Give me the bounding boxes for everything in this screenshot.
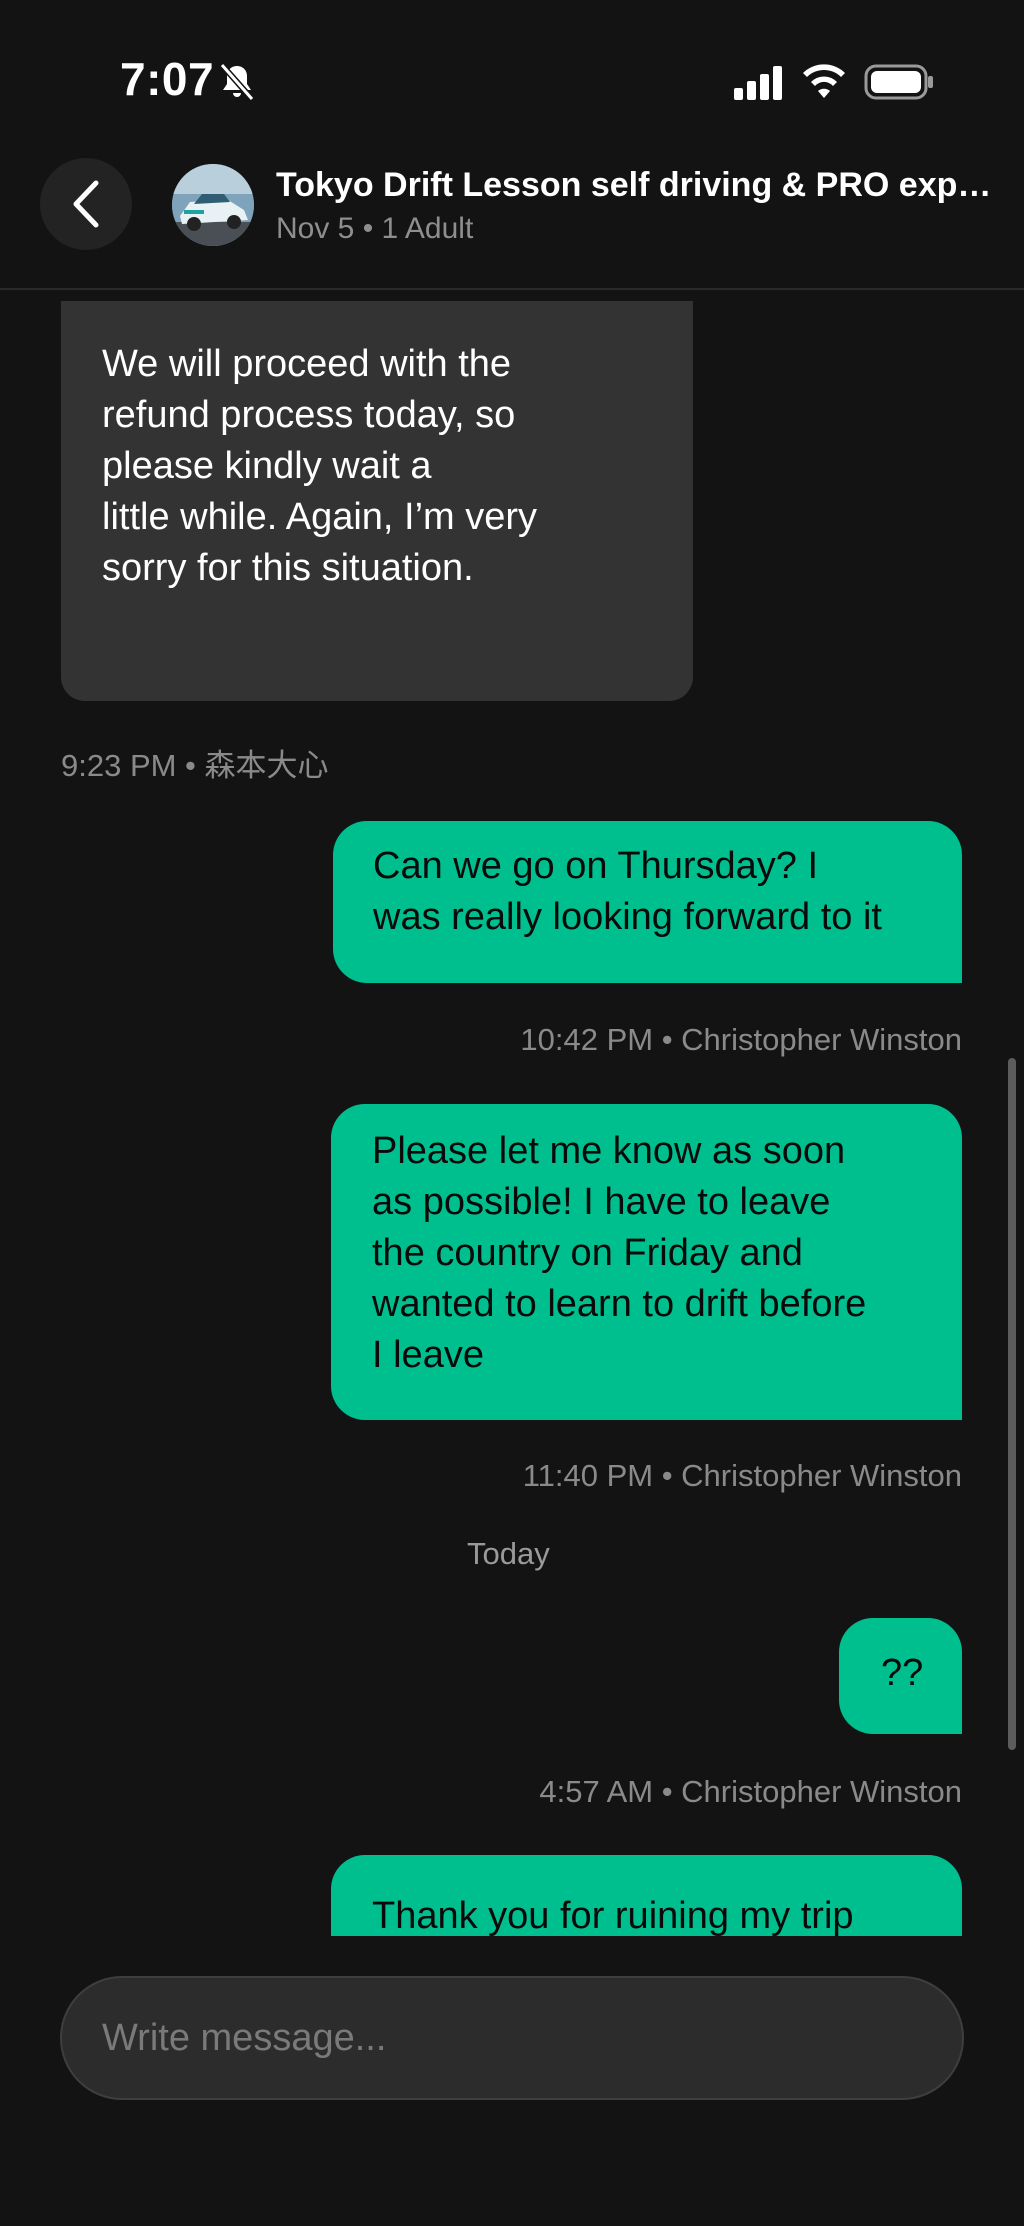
status-time: 7:07 — [120, 53, 215, 105]
bell-slash-icon — [219, 63, 255, 101]
wifi-icon — [803, 64, 845, 98]
day-separator: Today — [467, 1536, 550, 1571]
back-button[interactable] — [40, 158, 132, 250]
listing-title[interactable]: Tokyo Drift Lesson self driving & PRO ex… — [276, 166, 996, 205]
outgoing-message-bubble: Can we go on Thursday? I was really look… — [333, 821, 962, 983]
message-meta: 4:57 AM • Christopher Winston — [539, 1774, 962, 1809]
message-line: Thank you for ruining my trip — [372, 1895, 854, 1936]
message-line: Please let me know as soon — [372, 1130, 846, 1172]
message-meta: 9:23 PM • 森本大心 — [61, 748, 329, 783]
message-line: Can we go on Thursday? I — [373, 845, 819, 887]
message-line: refund process today, so — [102, 394, 516, 436]
signal-icon — [734, 66, 782, 100]
message-meta: 11:40 PM • Christopher Winston — [522, 1458, 962, 1493]
conversation-header: Tokyo Drift Lesson self driving & PRO ex… — [0, 150, 1024, 290]
message-line: the country on Friday and — [372, 1232, 803, 1274]
outgoing-message-bubble: ?? — [839, 1618, 962, 1734]
message-line: little while. Again, I’m very — [102, 496, 538, 538]
car-thumbnail-image — [172, 164, 254, 246]
incoming-message-bubble: We will proceed with the refund process … — [61, 301, 693, 701]
booking-details: Nov 5 • 1 Adult — [276, 212, 474, 245]
message-line: please kindly wait a — [102, 445, 432, 487]
chat-screen: 7:07 Tokyo Drift Lesson self driving & P… — [0, 0, 1024, 2226]
message-line: as possible! I have to leave — [372, 1181, 831, 1223]
outgoing-message-bubble: Thank you for ruining my trip — [331, 1855, 962, 1936]
chevron-left-icon — [73, 180, 99, 228]
message-meta: 10:42 PM • Christopher Winston — [520, 1022, 962, 1057]
outgoing-message-bubble: Please let me know as soon as possible! … — [331, 1104, 962, 1420]
message-line: wanted to learn to drift before — [372, 1283, 867, 1325]
listing-thumbnail[interactable] — [172, 164, 254, 246]
message-line: I leave — [372, 1334, 484, 1376]
composer — [0, 1936, 1024, 2226]
message-line: sorry for this situation. — [102, 547, 474, 589]
status-bar: 7:07 — [0, 0, 1024, 150]
battery-icon — [864, 64, 933, 100]
scrollbar[interactable] — [1008, 1058, 1016, 1750]
message-line: was really looking forward to it — [373, 896, 882, 938]
message-line: We will proceed with the — [102, 343, 512, 385]
message-line: ?? — [881, 1652, 924, 1694]
message-input[interactable] — [60, 1976, 964, 2100]
message-list[interactable]: We will proceed with the refund process … — [0, 292, 1024, 1936]
